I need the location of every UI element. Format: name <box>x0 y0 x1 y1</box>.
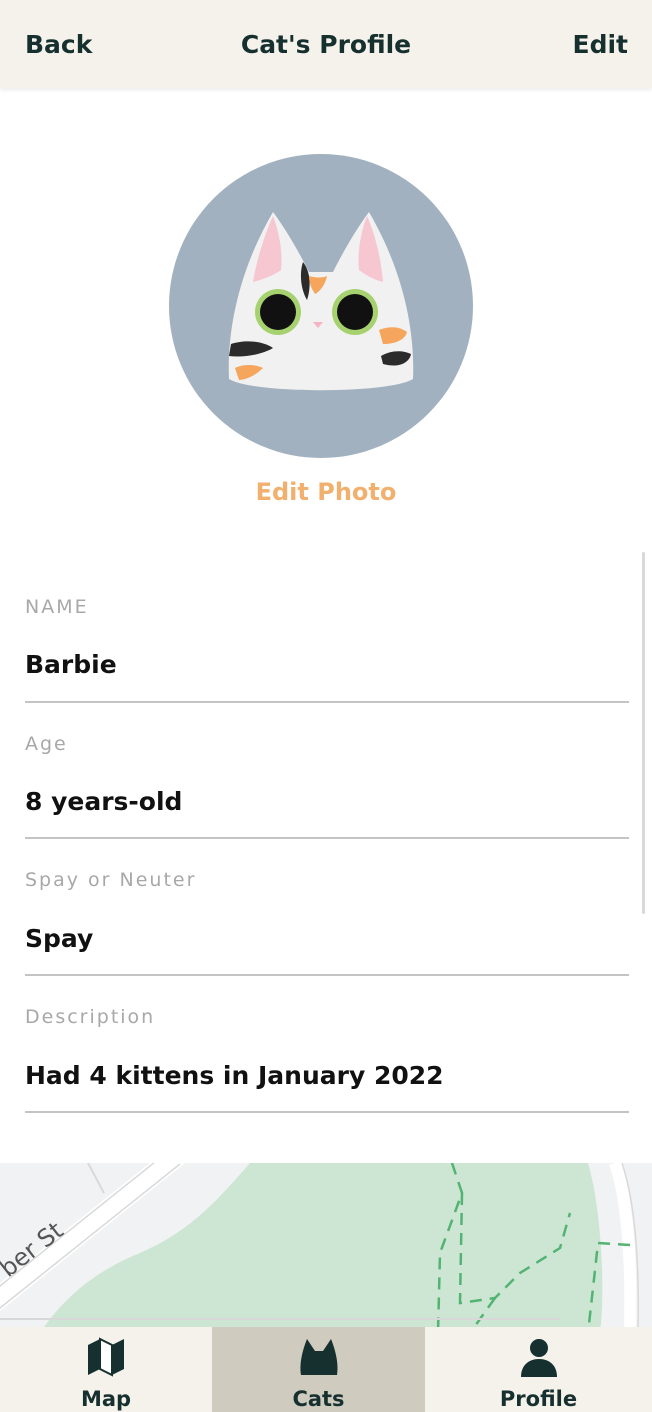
divider <box>25 974 629 976</box>
cat-avatar[interactable] <box>169 154 473 458</box>
description-label: Description <box>25 1006 156 1028</box>
top-bar: Back Cat's Profile Edit <box>0 0 652 88</box>
scrollbar[interactable] <box>642 552 645 914</box>
map-preview[interactable]: ber St <box>0 1163 652 1333</box>
tab-cats-label: Cats <box>292 1387 345 1411</box>
divider <box>25 1111 629 1113</box>
age-value[interactable]: 8 years-old <box>25 787 182 816</box>
edit-button[interactable]: Edit <box>573 30 629 59</box>
cat-icon <box>299 1337 339 1381</box>
description-value[interactable]: Had 4 kittens in January 2022 <box>25 1061 444 1090</box>
age-field[interactable]: Age 8 years-old <box>25 733 629 841</box>
description-field[interactable]: Description Had 4 kittens in January 202… <box>25 1006 629 1114</box>
spay-neuter-field[interactable]: Spay or Neuter Spay <box>25 869 629 977</box>
name-value[interactable]: Barbie <box>25 650 117 679</box>
tab-profile-label: Profile <box>499 1387 578 1411</box>
divider <box>25 701 629 703</box>
map-icon <box>86 1337 126 1381</box>
spay-neuter-value[interactable]: Spay <box>25 924 93 953</box>
tab-cats[interactable]: Cats <box>212 1327 425 1412</box>
name-field[interactable]: NAME Barbie <box>25 596 629 704</box>
bottom-tab-bar: Map Cats Profile <box>0 1327 652 1412</box>
person-icon <box>519 1337 559 1381</box>
edit-photo-link[interactable]: Edit Photo <box>0 478 652 506</box>
page-title: Cat's Profile <box>240 29 412 59</box>
name-label: NAME <box>25 596 89 618</box>
spay-neuter-label: Spay or Neuter <box>25 869 197 891</box>
map-graphic: ber St <box>0 1163 652 1333</box>
back-button[interactable]: Back <box>25 30 92 59</box>
cat-face-icon <box>228 212 414 391</box>
divider <box>25 837 629 839</box>
tab-profile[interactable]: Profile <box>425 1327 652 1412</box>
tab-map-label: Map <box>80 1387 132 1411</box>
age-label: Age <box>25 733 68 755</box>
tab-map[interactable]: Map <box>0 1327 212 1412</box>
